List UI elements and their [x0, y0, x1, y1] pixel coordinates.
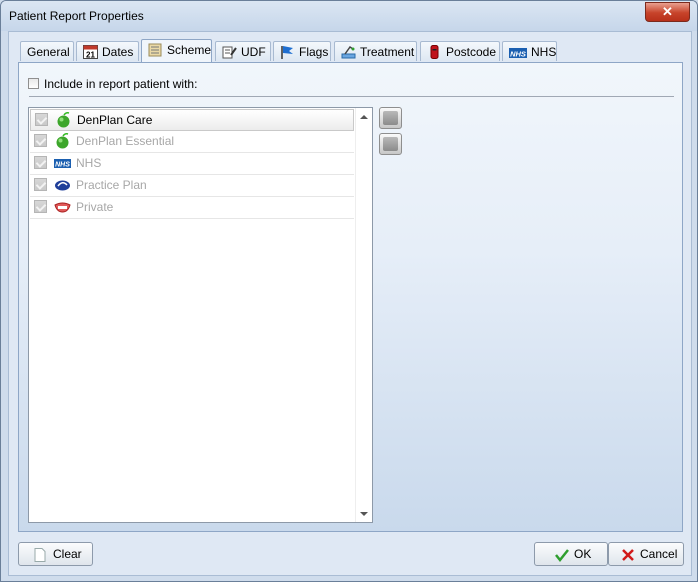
list-item[interactable]: DenPlan Care [30, 109, 354, 131]
include-checkbox[interactable] [28, 78, 39, 89]
item-label: DenPlan Essential [76, 134, 175, 148]
cross-icon [621, 547, 635, 561]
item-label: Private [76, 200, 114, 214]
treatment-icon [341, 45, 356, 59]
ok-button[interactable]: OK [534, 542, 608, 566]
scheme-list[interactable]: DenPlan Care DenPlan Essential NHS NHS P… [28, 107, 373, 523]
flag-icon [280, 45, 295, 59]
practice-plan-icon [54, 177, 71, 193]
tab-label: NHS [531, 45, 557, 59]
apple-icon [55, 112, 72, 128]
svg-text:NHS: NHS [510, 50, 526, 59]
scheme-tab-panel: Include in report patient with: DenPlan … [18, 62, 683, 532]
item-checkbox[interactable] [35, 113, 48, 126]
postcode-icon [427, 45, 442, 59]
tab-treatment[interactable]: Treatment [334, 41, 417, 61]
tab-label: Scheme [167, 43, 212, 57]
tab-nhs[interactable]: NHS NHS [502, 41, 557, 61]
tab-scheme[interactable]: Scheme [141, 39, 212, 62]
tab-label: UDF [241, 45, 266, 59]
list-item[interactable]: DenPlan Essential [30, 131, 354, 153]
title-bar: Patient Report Properties ✕ [1, 1, 697, 31]
svg-text:NHS: NHS [55, 162, 70, 169]
calendar-icon: 21 [83, 45, 98, 60]
select-none-button[interactable] [379, 133, 402, 155]
tab-udf[interactable]: UDF [215, 41, 271, 61]
private-icon [54, 199, 71, 215]
dialog-window: Patient Report Properties ✕ General 21 D… [0, 0, 698, 582]
apple-icon [54, 133, 71, 149]
scroll-down-arrow[interactable] [360, 512, 368, 516]
tab-label: Dates [102, 45, 134, 59]
close-button[interactable]: ✕ [645, 2, 690, 22]
list-item[interactable]: NHS NHS [30, 153, 354, 175]
tab-flags[interactable]: Flags [273, 41, 331, 61]
tab-label: Postcode [446, 45, 497, 59]
scroll-up-arrow[interactable] [360, 115, 368, 119]
item-label: NHS [76, 156, 102, 170]
list-item[interactable]: Practice Plan [30, 175, 354, 197]
list-item[interactable]: Private [30, 197, 354, 219]
blank-page-icon [33, 547, 47, 562]
select-all-button[interactable] [379, 107, 402, 129]
include-label: Include in report patient with: [44, 77, 198, 91]
clear-button[interactable]: Clear [18, 542, 93, 566]
item-checkbox[interactable] [34, 134, 47, 147]
tab-postcode[interactable]: Postcode [420, 41, 500, 61]
list-scrollbar[interactable] [355, 108, 372, 522]
ok-label: OK [574, 547, 592, 561]
tab-label: General [27, 45, 70, 59]
udf-icon [222, 45, 237, 59]
tab-general[interactable]: General [20, 41, 74, 61]
scheme-icon [148, 43, 163, 57]
clear-label: Clear [53, 547, 82, 561]
item-checkbox[interactable] [34, 156, 47, 169]
item-label: Practice Plan [76, 178, 147, 192]
checkmark-icon [555, 547, 569, 563]
cancel-button[interactable]: Cancel [608, 542, 684, 566]
svg-text:21: 21 [86, 51, 95, 60]
dialog-client: General 21 Dates Scheme UDF Flags Treatm… [8, 31, 692, 576]
item-checkbox[interactable] [34, 200, 47, 213]
item-checkbox[interactable] [34, 178, 47, 191]
window-title: Patient Report Properties [9, 9, 144, 23]
item-label: DenPlan Care [77, 113, 153, 127]
divider [29, 96, 674, 97]
tab-label: Flags [299, 45, 329, 59]
nhs-icon: NHS [509, 45, 527, 59]
cancel-label: Cancel [640, 547, 678, 561]
include-filter-row: Include in report patient with: [28, 77, 197, 91]
nhs-icon: NHS [54, 155, 71, 171]
tab-label: Treatment [360, 45, 415, 59]
tab-dates[interactable]: 21 Dates [76, 41, 139, 61]
